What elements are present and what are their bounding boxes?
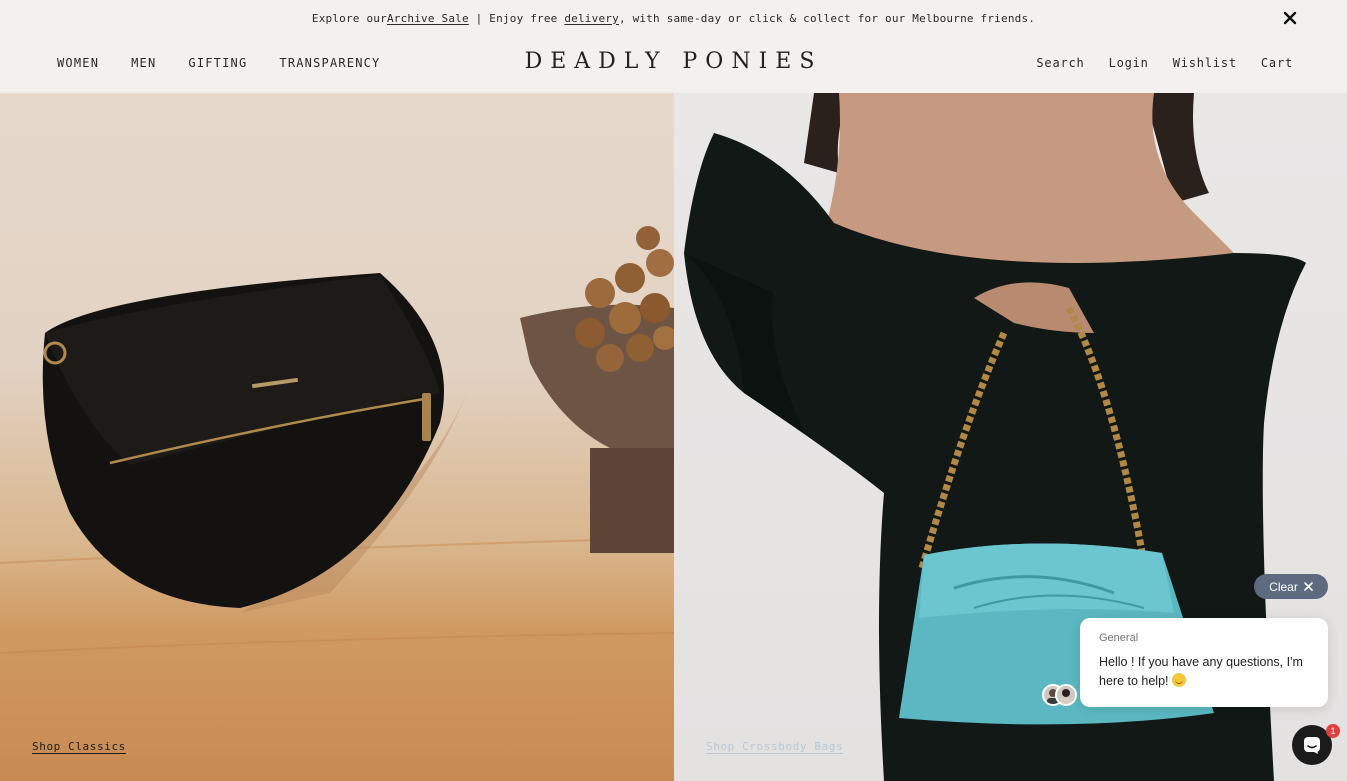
login-link[interactable]: Login xyxy=(1109,56,1149,70)
wishlist-link[interactable]: Wishlist xyxy=(1173,56,1237,70)
announcement-middle: | Enjoy free xyxy=(468,11,565,25)
search-link[interactable]: Search xyxy=(1036,56,1084,70)
site-header: WOMEN MEN GIFTING TRANSPARENCY DEADLY PO… xyxy=(0,36,1347,93)
chat-card-message: Hello ! If you have any questions, I'm h… xyxy=(1099,653,1309,691)
announcement-prefix: Explore our xyxy=(311,11,387,25)
chat-message-card[interactable]: General Hello ! If you have any question… xyxy=(1080,618,1328,707)
announcement-suffix: , with same-day or click & collect for o… xyxy=(618,11,1036,25)
chat-message-text: Hello ! If you have any questions, I'm h… xyxy=(1099,655,1303,688)
chat-card-title: General xyxy=(1099,632,1139,644)
close-icon[interactable] xyxy=(1283,11,1297,25)
smile-emoji-icon xyxy=(1171,673,1186,687)
agent-avatars xyxy=(1042,684,1078,706)
chat-clear-label: Clear xyxy=(1269,579,1298,594)
black-leather-bag-image xyxy=(0,226,674,734)
utility-nav: Search Login Wishlist Cart xyxy=(1012,56,1293,70)
close-icon xyxy=(1304,582,1313,591)
archive-sale-link[interactable]: Archive Sale xyxy=(387,12,469,25)
shop-classics-link[interactable]: Shop Classics xyxy=(32,740,126,753)
unread-badge: 1 xyxy=(1326,724,1340,738)
cart-link[interactable]: Cart xyxy=(1261,56,1293,70)
hero-panel-classics[interactable]: Shop Classics xyxy=(0,93,674,781)
chat-icon xyxy=(1304,737,1320,754)
shop-crossbody-bags-link[interactable]: Shop Crossbody Bags xyxy=(706,740,843,753)
avatar xyxy=(1055,684,1077,706)
chat-clear-button[interactable]: Clear xyxy=(1254,574,1328,599)
announcement-bar: Explore our Archive Sale | Enjoy free de… xyxy=(0,0,1347,36)
delivery-link[interactable]: delivery xyxy=(564,12,619,25)
